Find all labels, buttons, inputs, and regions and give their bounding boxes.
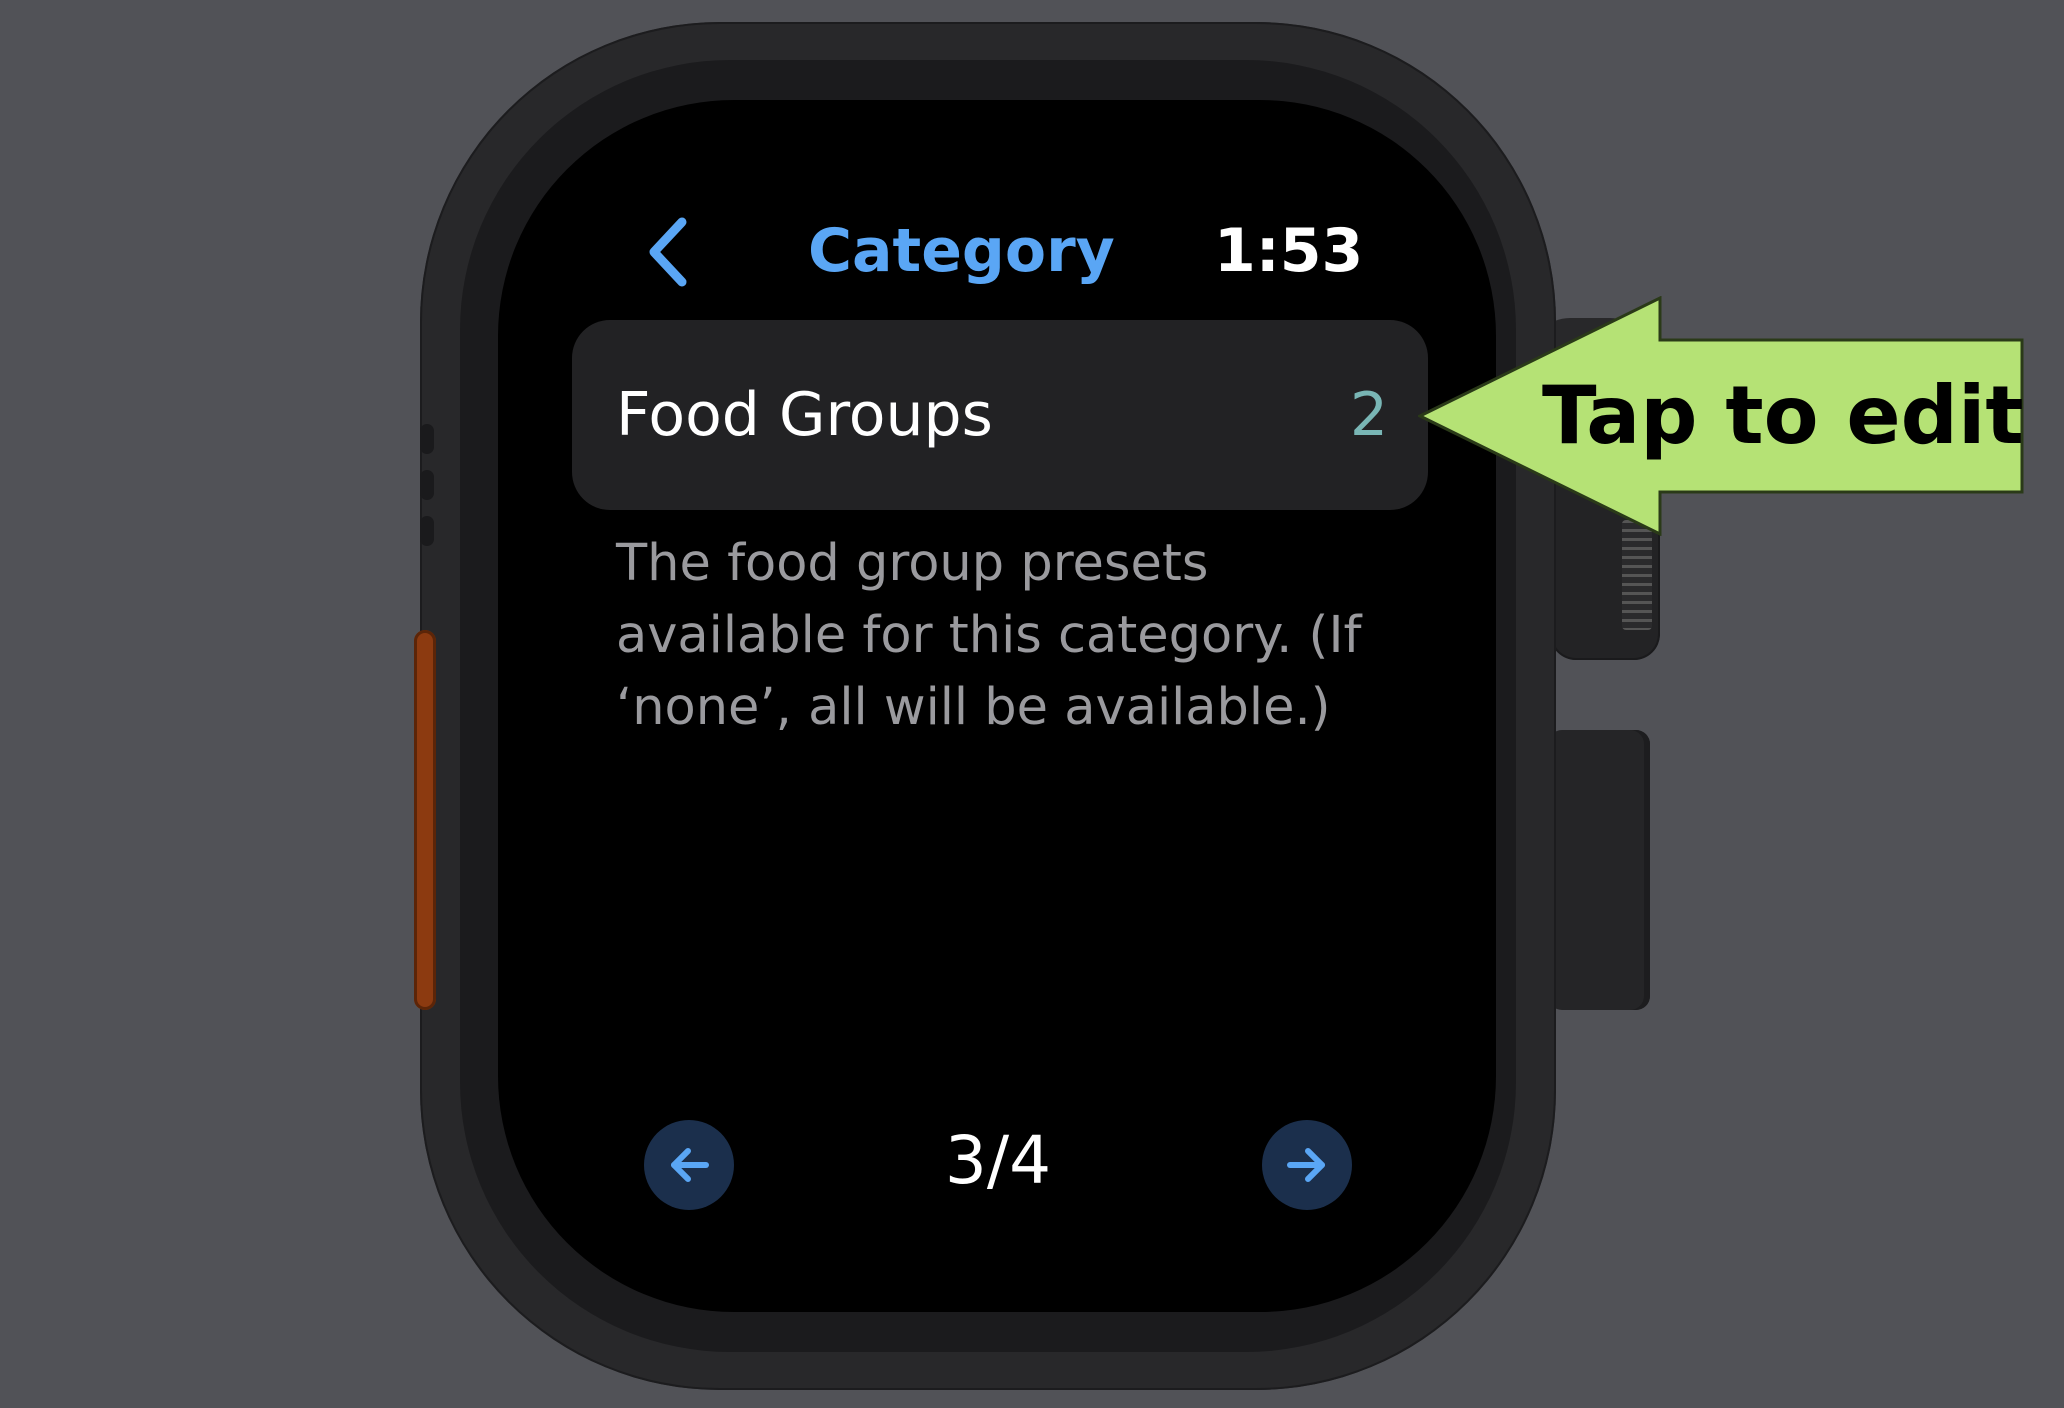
row-label: Food Groups — [616, 380, 993, 450]
page-title: Category — [808, 216, 1115, 286]
row-description: The food group presets available for thi… — [616, 534, 1362, 737]
row-value: 2 — [1349, 380, 1388, 450]
arrow-right-icon — [1287, 1148, 1325, 1182]
previous-page-button[interactable] — [644, 1120, 734, 1210]
back-button[interactable] — [638, 212, 698, 292]
watch-screen: Category 1:53 Food Groups 2 The food gro… — [498, 100, 1496, 1312]
page-counter: 3/4 — [944, 1122, 1052, 1199]
next-page-button[interactable] — [1262, 1120, 1352, 1210]
crown-ridges — [1622, 520, 1652, 630]
speaker-hole — [420, 470, 434, 500]
nav-bar: Category 1:53 — [498, 100, 1496, 320]
clock-time: 1:53 — [1214, 216, 1364, 286]
speaker-hole — [420, 424, 434, 454]
arrow-left-icon — [671, 1148, 709, 1182]
pager: 3/4 — [498, 1116, 1496, 1216]
action-button[interactable] — [414, 630, 436, 1010]
chevron-left-icon — [649, 217, 687, 287]
side-button[interactable] — [1548, 730, 1650, 1010]
callout-text: Tap to edit — [1542, 369, 2024, 462]
speaker-hole — [420, 516, 434, 546]
food-groups-row[interactable]: Food Groups 2 — [572, 320, 1428, 510]
tap-to-edit-callout: Tap to edit — [1416, 295, 2024, 537]
watch-stage: Category 1:53 Food Groups 2 The food gro… — [0, 0, 2064, 1408]
